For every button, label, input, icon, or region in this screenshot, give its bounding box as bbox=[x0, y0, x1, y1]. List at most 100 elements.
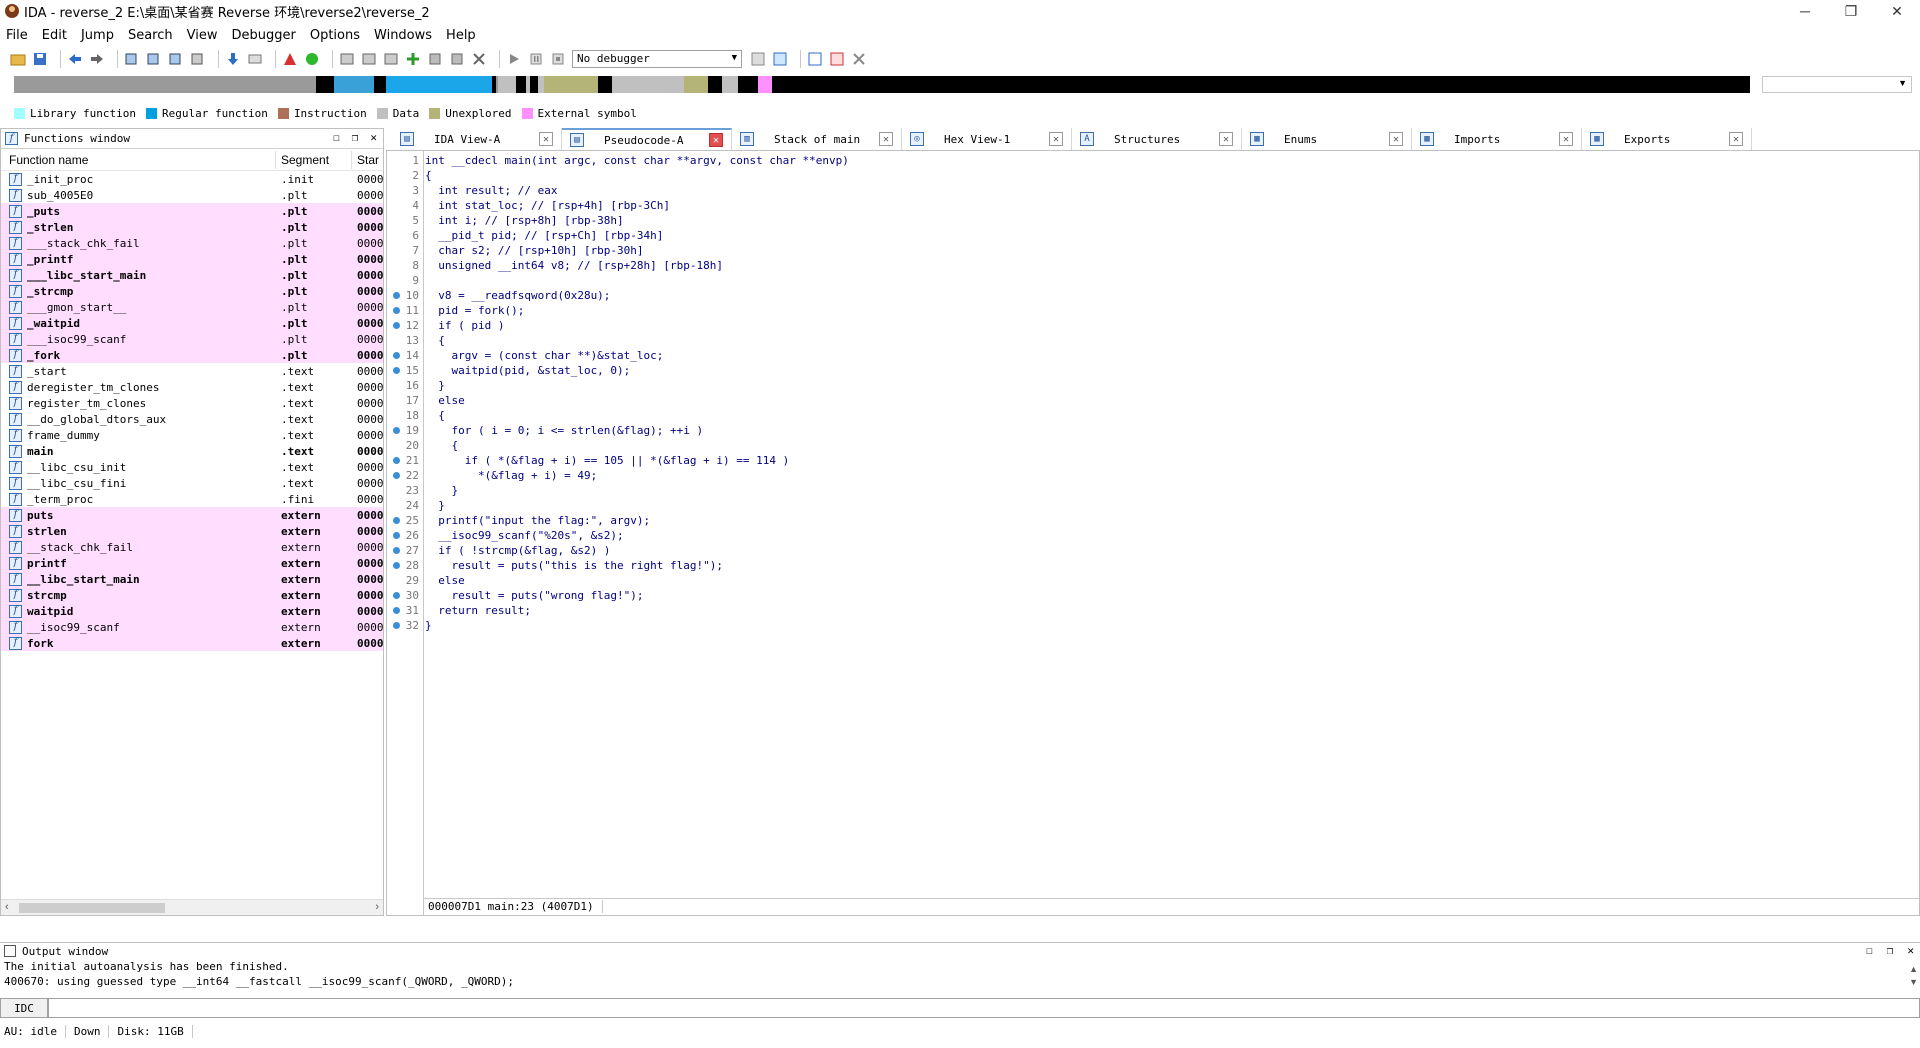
function-row[interactable]: f __stack_chk_fail extern 0000 bbox=[1, 539, 383, 555]
function-row[interactable]: f ___gmon_start__ .plt 0000 bbox=[1, 299, 383, 315]
close-pane-icon[interactable]: ✕ bbox=[370, 131, 377, 144]
pause-icon[interactable] bbox=[528, 51, 544, 67]
code-line[interactable]: 14 argv = (const char **)&stat_loc; bbox=[387, 348, 1919, 363]
menu-file[interactable]: File bbox=[6, 28, 28, 43]
close-tab-icon[interactable]: ✕ bbox=[1389, 132, 1403, 146]
remove-breakpoint-icon[interactable] bbox=[851, 51, 867, 67]
code-line[interactable]: 8 unsigned __int64 v8; // [rsp+28h] [rbp… bbox=[387, 258, 1919, 273]
text-search-icon[interactable] bbox=[146, 51, 162, 67]
breakpoint-icon[interactable] bbox=[427, 51, 443, 67]
code-line[interactable]: 26 __isoc99_scanf("%20s", &s2); bbox=[387, 528, 1919, 543]
close-tab-icon[interactable]: ✕ bbox=[1559, 132, 1573, 146]
close-tab-icon[interactable]: ✕ bbox=[1219, 132, 1233, 146]
add-breakpoint-icon[interactable] bbox=[829, 51, 845, 67]
pseudocode-view[interactable]: 1 int __cdecl main(int argc, const char *… bbox=[386, 150, 1920, 916]
tab-enums[interactable]: ▦ Enums ✕ bbox=[1242, 128, 1412, 150]
code-line[interactable]: 5 int i; // [rsp+8h] [rbp-38h] bbox=[387, 213, 1919, 228]
code-line[interactable]: 20 { bbox=[387, 438, 1919, 453]
code-line[interactable]: 21 if ( *(&flag + i) == 105 || *(&flag +… bbox=[387, 453, 1919, 468]
function-call-icon[interactable] bbox=[383, 51, 399, 67]
code-line[interactable]: 16 } bbox=[387, 378, 1919, 393]
close-window-button[interactable]: ✕ bbox=[1874, 0, 1920, 22]
column-divider[interactable] bbox=[351, 151, 352, 169]
save-icon[interactable] bbox=[32, 51, 48, 67]
code-line[interactable]: 29 else bbox=[387, 573, 1919, 588]
function-row[interactable]: f ___isoc99_scanf .plt 0000 bbox=[1, 331, 383, 347]
code-line[interactable]: 24 } bbox=[387, 498, 1919, 513]
restore-button[interactable]: ❐ bbox=[1828, 0, 1874, 22]
close-pane-icon[interactable]: ✕ bbox=[1907, 944, 1914, 957]
scroll-right-icon[interactable]: › bbox=[375, 901, 379, 913]
code-line[interactable]: 22 *(&flag + i) = 49; bbox=[387, 468, 1919, 483]
float-pane-icon[interactable]: ❐ bbox=[352, 131, 359, 144]
code-line[interactable]: 25 printf("input the flag:", argv); bbox=[387, 513, 1919, 528]
tab-structures[interactable]: A Structures ✕ bbox=[1072, 128, 1242, 150]
scroll-left-icon[interactable]: ‹ bbox=[5, 901, 9, 913]
close-tab-icon[interactable]: ✕ bbox=[879, 132, 893, 146]
code-line[interactable]: 2{ bbox=[387, 168, 1919, 183]
code-line[interactable]: 10 v8 = __readfsqword(0x28u); bbox=[387, 288, 1919, 303]
play-icon[interactable] bbox=[506, 51, 522, 67]
code-line[interactable]: 7 char s2; // [rsp+10h] [rbp-30h] bbox=[387, 243, 1919, 258]
idc-button[interactable]: IDC bbox=[0, 998, 48, 1018]
command-input[interactable] bbox=[48, 998, 1920, 1018]
menu-options[interactable]: Options bbox=[310, 28, 360, 43]
menu-edit[interactable]: Edit bbox=[42, 28, 67, 43]
function-row[interactable]: f __libc_csu_init .text 0000 bbox=[1, 459, 383, 475]
tab-ida-view-a[interactable]: ▤ IDA View-A ✕ bbox=[392, 128, 562, 150]
code-line[interactable]: 28 result = puts("this is the right flag… bbox=[387, 558, 1919, 573]
scrollbar-thumb[interactable] bbox=[19, 903, 165, 913]
code-line[interactable]: 23 } bbox=[387, 483, 1919, 498]
function-row[interactable]: f strcmp extern 0000 bbox=[1, 587, 383, 603]
function-row[interactable]: f _start .text 0000 bbox=[1, 363, 383, 379]
code-line[interactable]: 32} bbox=[387, 618, 1919, 633]
tab-imports[interactable]: ▦ Imports ✕ bbox=[1412, 128, 1582, 150]
minimize-button[interactable]: ─ bbox=[1782, 0, 1828, 22]
maximize-pane-icon[interactable]: ☐ bbox=[333, 131, 340, 144]
code-line[interactable]: 30 result = puts("wrong flag!"); bbox=[387, 588, 1919, 603]
function-row[interactable]: f _waitpid .plt 0000 bbox=[1, 315, 383, 331]
column-start[interactable]: Star bbox=[357, 153, 379, 167]
code-line[interactable]: 1 int __cdecl main(int argc, const char *… bbox=[387, 153, 1919, 168]
analysis-green-icon[interactable] bbox=[304, 51, 320, 67]
edit-function-icon[interactable] bbox=[361, 51, 377, 67]
function-row[interactable]: f puts extern 0000 bbox=[1, 507, 383, 523]
output-scrollbar[interactable]: ▲ ▼ bbox=[1909, 963, 1918, 989]
function-row[interactable]: f ___stack_chk_fail .plt 0000 bbox=[1, 235, 383, 251]
tab-pseudocode-a[interactable]: ▤ Pseudocode-A ✕ bbox=[562, 128, 732, 150]
stop-icon[interactable] bbox=[550, 51, 566, 67]
function-row[interactable]: f _puts .plt 0000 bbox=[1, 203, 383, 219]
function-row[interactable]: f fork extern 0000 bbox=[1, 635, 383, 651]
close-tab-icon[interactable]: ✕ bbox=[709, 133, 723, 147]
code-line[interactable]: 19 for ( i = 0; i <= strlen(&flag); ++i … bbox=[387, 423, 1919, 438]
function-row[interactable]: f _printf .plt 0000 bbox=[1, 251, 383, 267]
function-row[interactable]: f frame_dummy .text 0000 bbox=[1, 427, 383, 443]
binary-search-icon[interactable] bbox=[124, 51, 140, 67]
navigation-band-combo[interactable]: ▼ bbox=[1762, 76, 1912, 93]
menu-debugger[interactable]: Debugger bbox=[231, 28, 295, 43]
function-row[interactable]: f _init_proc .init 0000 bbox=[1, 171, 383, 187]
jump-down-icon[interactable] bbox=[225, 51, 241, 67]
menu-jump[interactable]: Jump bbox=[81, 28, 114, 43]
function-row[interactable]: f strlen extern 0000 bbox=[1, 523, 383, 539]
code-line[interactable]: 3 int result; // eax bbox=[387, 183, 1919, 198]
function-row[interactable]: f ___libc_start_main .plt 0000 bbox=[1, 267, 383, 283]
forward-arrow-icon[interactable] bbox=[89, 51, 105, 67]
function-row[interactable]: f deregister_tm_clones .text 0000 bbox=[1, 379, 383, 395]
code-line[interactable]: 13 { bbox=[387, 333, 1919, 348]
code-line[interactable]: 27 if ( !strcmp(&flag, &s2) ) bbox=[387, 543, 1919, 558]
back-arrow-icon[interactable] bbox=[67, 51, 83, 67]
close-tab-icon[interactable]: ✕ bbox=[1729, 132, 1743, 146]
open-folder-icon[interactable] bbox=[10, 51, 26, 67]
column-divider[interactable] bbox=[275, 151, 276, 169]
column-segment[interactable]: Segment bbox=[281, 153, 329, 167]
menu-help[interactable]: Help bbox=[446, 28, 476, 43]
menu-search[interactable]: Search bbox=[128, 28, 173, 43]
tab-stack-of-main[interactable]: ▥ Stack of main ✕ bbox=[732, 128, 902, 150]
functions-horizontal-scrollbar[interactable]: ‹ › bbox=[1, 899, 383, 915]
code-line[interactable]: 12 if ( pid ) bbox=[387, 318, 1919, 333]
debugger-select[interactable]: No debugger ▼ bbox=[572, 50, 742, 68]
function-row[interactable]: f register_tm_clones .text 0000 bbox=[1, 395, 383, 411]
add-bookmark-icon[interactable] bbox=[405, 51, 421, 67]
function-row[interactable]: f _term_proc .fini 0000 bbox=[1, 491, 383, 507]
